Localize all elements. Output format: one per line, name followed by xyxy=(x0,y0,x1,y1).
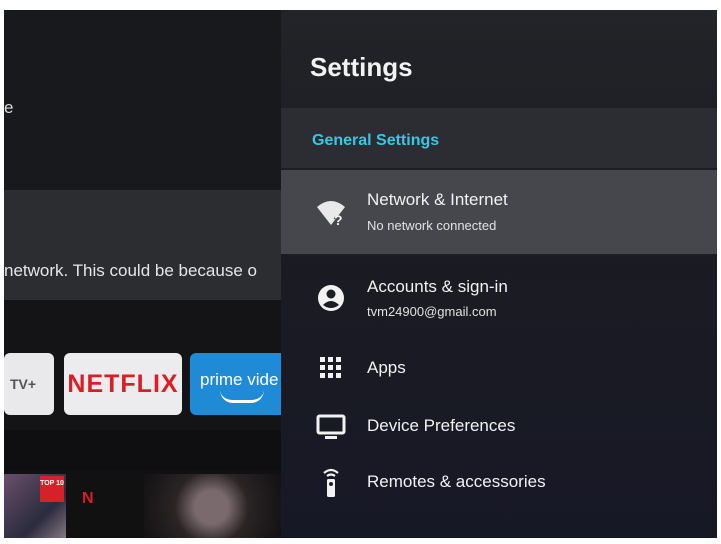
prime-video-logo: prime vide xyxy=(200,370,279,389)
svg-text:?: ? xyxy=(334,212,343,228)
section-header: General Settings xyxy=(312,132,440,149)
image-border xyxy=(0,0,721,10)
panel-title: Settings xyxy=(310,52,413,82)
featured-banner xyxy=(4,10,294,190)
account-icon xyxy=(315,282,347,314)
apps-grid-icon xyxy=(315,352,347,384)
settings-item-subtitle: tvm24900@gmail.com xyxy=(367,304,497,319)
image-border xyxy=(0,0,4,544)
tv-monitor-icon xyxy=(315,410,347,442)
remote-icon xyxy=(315,466,347,498)
network-message-band xyxy=(4,190,294,300)
netflix-n-badge: N xyxy=(82,490,94,507)
settings-item-label: Remotes & accessories xyxy=(367,472,546,491)
settings-item-remotes[interactable]: Remotes & accessories xyxy=(281,458,717,510)
app-tile-prime-video[interactable]: prime vide xyxy=(190,353,294,415)
network-message: network. This could be because o xyxy=(4,261,257,280)
settings-item-apps[interactable]: Apps xyxy=(281,340,717,392)
settings-item-device-preferences[interactable]: Device Preferences xyxy=(281,400,717,452)
app-tile-label: TV+ xyxy=(10,376,37,392)
top10-badge: TOP 10 xyxy=(40,476,64,502)
app-tile-netflix[interactable]: NETFLIX xyxy=(64,353,182,415)
wifi-question-icon: ? ? xyxy=(315,197,347,230)
prime-smile-icon xyxy=(220,390,264,403)
poster-thumbnail[interactable] xyxy=(144,474,294,538)
settings-item-label: Apps xyxy=(367,358,406,377)
settings-item-label: Network & Internet xyxy=(367,190,508,209)
partial-heading: e xyxy=(4,98,14,117)
home-screen-background: e network. This could be because o TV+ N… xyxy=(4,10,294,538)
image-border xyxy=(0,538,721,544)
netflix-logo: NETFLIX xyxy=(67,370,179,398)
settings-item-label: Accounts & sign-in xyxy=(367,277,508,296)
settings-item-network[interactable]: ? ? Network & Internet No network connec… xyxy=(281,170,717,254)
app-tile-tv-plus[interactable]: TV+ xyxy=(4,353,54,415)
settings-item-subtitle: No network connected xyxy=(367,218,497,233)
settings-panel: Settings General Settings ? ? Network & … xyxy=(281,10,717,538)
image-border xyxy=(717,0,721,544)
settings-item-accounts[interactable]: Accounts & sign-in tvm24900@gmail.com xyxy=(281,262,717,332)
tv-screen: e network. This could be because o TV+ N… xyxy=(0,0,721,544)
settings-item-label: Device Preferences xyxy=(367,416,516,435)
